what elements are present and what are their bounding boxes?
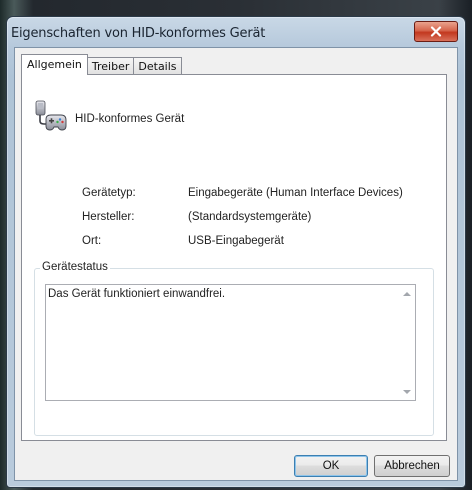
title-bar[interactable]: Eigenschaften von HID-konformes Gerät — [7, 17, 465, 47]
device-status-group: Gerätestatus Das Gerät funktioniert einw… — [34, 261, 434, 436]
scroll-up-icon[interactable] — [403, 292, 411, 296]
device-status-textbox[interactable]: Das Gerät funktioniert einwandfrei. — [45, 284, 416, 401]
tab-details[interactable]: Details — [133, 57, 182, 75]
label-hersteller: Hersteller: — [82, 211, 135, 223]
dialog-client-area: Allgemein Treiber Details HID-konformes … — [14, 47, 458, 481]
value-hersteller: (Standardsystemgeräte) — [188, 211, 312, 223]
label-ort: Ort: — [82, 235, 102, 247]
ok-button[interactable]: OK — [294, 455, 368, 477]
status-scrollbar[interactable] — [399, 285, 415, 400]
close-button[interactable] — [414, 21, 458, 42]
window-title: Eigenschaften von HID-konformes Gerät — [11, 26, 266, 41]
device-name: HID-konformes Gerät — [75, 113, 185, 125]
value-geraetetyp: Eingabegeräte (Human Interface Devices) — [188, 187, 403, 199]
gamepad-device-icon — [35, 100, 67, 131]
device-status-text: Das Gerät funktioniert einwandfrei. — [48, 288, 226, 300]
close-icon — [430, 26, 442, 37]
cancel-button[interactable]: Abbrechen — [374, 455, 450, 477]
value-ort: USB-Eingabegerät — [188, 235, 284, 247]
tab-treiber[interactable]: Treiber — [86, 57, 135, 75]
device-status-label: Gerätestatus — [40, 261, 110, 273]
properties-dialog: Eigenschaften von HID-konformes Gerät Al… — [6, 16, 466, 488]
scroll-down-icon[interactable] — [403, 390, 411, 394]
label-geraetetyp: Gerätetyp: — [82, 187, 136, 199]
tab-allgemein[interactable]: Allgemein — [21, 54, 88, 75]
tab-strip: Allgemein Treiber Details — [21, 54, 182, 75]
tab-panel-allgemein: HID-konformes Gerät Gerätetyp: Eingabege… — [21, 74, 447, 441]
